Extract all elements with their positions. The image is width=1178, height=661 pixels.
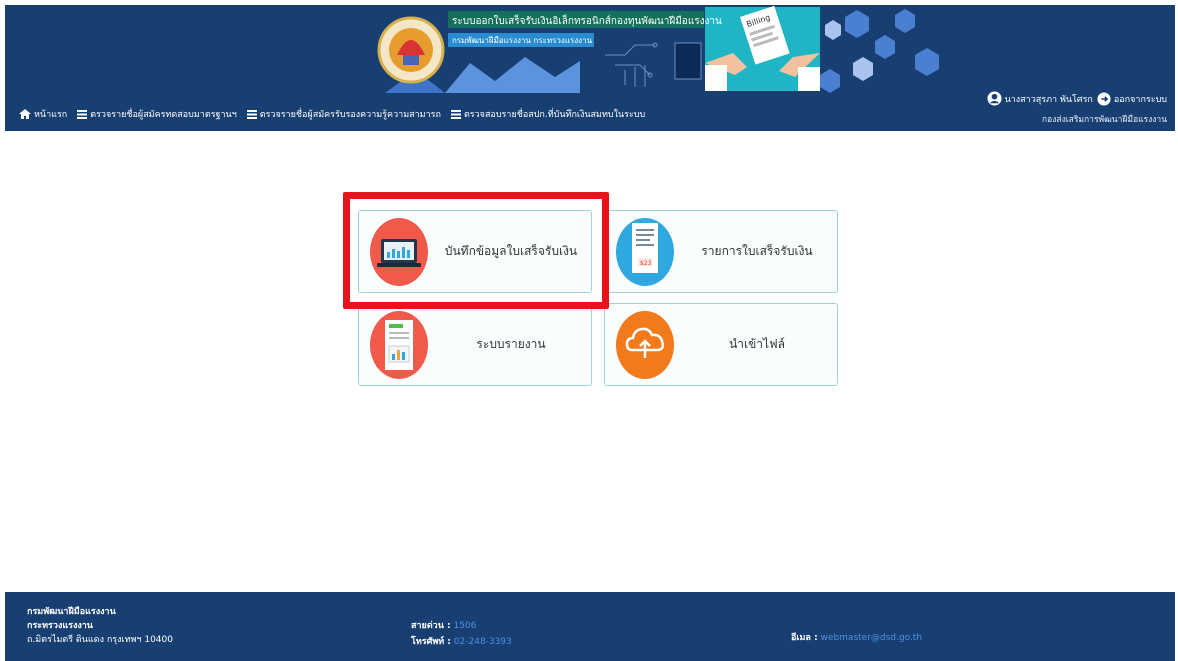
footer-org1: กรมพัฒนาฝีมือแรงงาน [27,607,116,617]
user-department: กองส่งเสริมการพัฒนาฝีมือแรงงาน [1042,115,1167,125]
nav-check-standard-test-label: ตรวจรายชื่อผู้สมัครทดสอบมาตรฐานฯ [90,110,237,120]
laptop-chart-icon [370,218,428,286]
footer-address: ถ.มิตรไมตรี ดินแดง กรุงเทพฯ 10400 [27,635,173,645]
card-record-receipt[interactable]: บันทึกข้อมูลใบเสร็จรับเงิน [358,210,592,293]
logout-link[interactable]: ออกจากระบบ [1097,91,1167,106]
nav-check-contributions[interactable]: ตรวจสอบรายชื่อสปก.ที่บันทึกเงินสมทบในระบ… [450,107,646,121]
card-record-receipt-label: บันทึกข้อมูลใบเสร็จรับเงิน [444,244,578,258]
nav-check-certification[interactable]: ตรวจรายชื่อผู้สมัครรับรองความรู้ความสามา… [246,107,441,121]
report-icon [370,311,428,379]
user-icon [987,91,1002,106]
header-banner: Billing ระบบออกใบเสร็จรับเงินอิเล็กทรอนิ… [377,5,939,93]
svg-text:$23: $23 [640,260,652,267]
nav-check-contributions-label: ตรวจสอบรายชื่อสปก.ที่บันทึกเงินสมทบในระบ… [463,110,646,120]
card-receipt-list-label: รายการใบเสร็จรับเงิน [701,244,813,258]
list-icon [77,109,88,119]
svg-text:กรมพัฒนาฝีมือแรงงาน กระทรวงแรง: กรมพัฒนาฝีมือแรงงาน กระทรวงแรงงาน [452,36,593,45]
svg-text:ระบบออกใบเสร็จรับเงินอิเล็กทรอ: ระบบออกใบเสร็จรับเงินอิเล็กทรอนิกส์กองทุ… [452,13,722,27]
list-icon [246,109,257,119]
logout-label: ออกจากระบบ [1113,94,1167,105]
footer-org: กรมพัฒนาฝีมือแรงงาน กระทรวงแรงงาน ถ.มิตร… [27,605,173,647]
header: Billing ระบบออกใบเสร็จรับเงินอิเล็กทรอนิ… [5,5,1175,131]
card-report-system-label: ระบบรายงาน [476,337,546,351]
nav-check-certification-label: ตรวจรายชื่อผู้สมัครรับรองความรู้ความสามา… [259,110,441,120]
receipt-icon: $23 [616,218,674,286]
card-report-system[interactable]: ระบบรายงาน [358,303,592,386]
user-name: นางสาวสุรภา พันโศรก [1004,94,1093,105]
user-area: นางสาวสุรภา พันโศรก ออกจากระบบ กองส่งเสร… [987,91,1167,126]
email-link[interactable]: webmaster@dsd.go.th [821,633,922,643]
footer-contact: สายด่วน : 1506 โทรศัพท์ : 02-248-3393 [411,618,512,650]
nav-home-label: หน้าแรก [34,110,68,120]
phone-value[interactable]: 02-248-3393 [454,637,512,647]
home-icon [19,109,31,119]
user-profile-link[interactable]: นางสาวสุรภา พันโศรก [987,91,1093,106]
main-nav: หน้าแรก ตรวจรายชื่อผู้สมัครทดสอบมาตรฐานฯ… [19,106,645,122]
logout-icon [1097,91,1111,106]
footer-org2: กระทรวงแรงงาน [27,621,93,631]
hotline-value[interactable]: 1506 [453,621,476,631]
nav-check-standard-test[interactable]: ตรวจรายชื่อผู้สมัครทดสอบมาตรฐานฯ [77,107,237,121]
list-icon [450,109,461,119]
cloud-upload-icon [616,311,674,379]
card-receipt-list[interactable]: $23 รายการใบเสร็จรับเงิน [604,210,838,293]
nav-home[interactable]: หน้าแรก [19,107,67,121]
phone-label: โทรศัพท์ : [411,637,451,647]
email-label: อีเมล : [791,633,818,643]
footer-email: อีเมล : webmaster@dsd.go.th [791,630,922,644]
card-import-file-label: นำเข้าไฟล์ [729,337,785,351]
card-import-file[interactable]: นำเข้าไฟล์ [604,303,838,386]
footer: กรมพัฒนาฝีมือแรงงาน กระทรวงแรงงาน ถ.มิตร… [5,592,1175,661]
hotline-label: สายด่วน : [411,621,451,631]
